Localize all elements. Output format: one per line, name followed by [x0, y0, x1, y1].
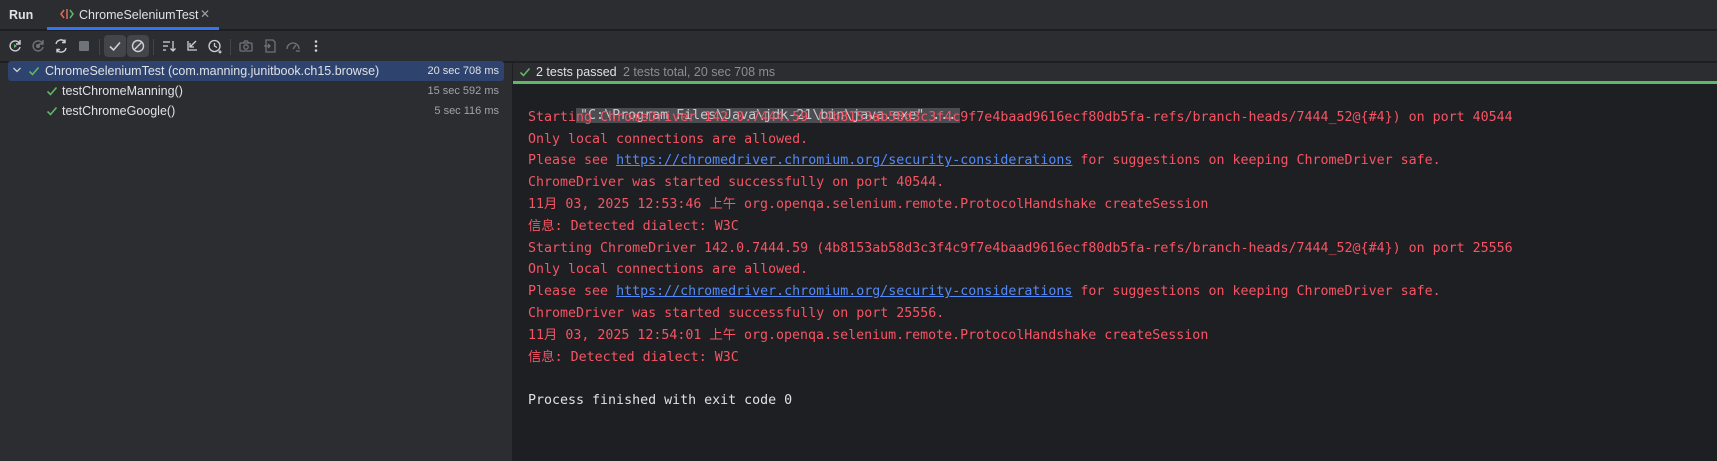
show-ignored-icon[interactable]	[127, 35, 149, 57]
test-status-bar: 2 tests passed 2 tests total, 20 sec 708…	[513, 63, 1717, 81]
console-line: Only local connections are allowed.	[528, 131, 809, 147]
test-passed-icon	[28, 66, 40, 76]
export-tests-icon[interactable]	[282, 35, 304, 57]
console-line: 信息: Detected dialect: W3C	[528, 349, 739, 365]
test-duration: 20 sec 708 ms	[427, 65, 499, 77]
console-line: Process finished with exit code 0	[528, 393, 793, 409]
console-line: Please see https://chromedriver.chromium…	[528, 151, 1441, 171]
run-toolbar	[0, 31, 1717, 62]
test-duration: 5 sec 116 ms	[434, 105, 499, 117]
toolbar-separator	[153, 39, 154, 55]
tool-window-header: Run ChromeSeleniumTest ✕	[0, 0, 1717, 30]
console-line: 11月 03, 2025 12:53:46 上午 org.openqa.sele…	[528, 197, 1209, 212]
run-tool-window-title: Run	[9, 8, 34, 22]
console-text: for suggestions on keeping ChromeDriver …	[1072, 153, 1441, 169]
console-panel: 2 tests passed 2 tests total, 20 sec 708…	[513, 63, 1717, 461]
toggle-auto-test-icon[interactable]	[50, 35, 72, 57]
tree-row-test[interactable]: testChromeManning() 15 sec 592 ms	[8, 81, 504, 101]
import-tests-icon[interactable]	[259, 35, 281, 57]
tree-row-test[interactable]: testChromeGoogle() 5 sec 116 ms	[8, 101, 504, 121]
console-line: Please see https://chromedriver.chromium…	[528, 282, 1441, 302]
console-hyperlink[interactable]: https://chromedriver.chromium.org/securi…	[616, 284, 1072, 299]
rerun-failed-icon[interactable]	[27, 35, 49, 57]
stop-icon[interactable]	[73, 35, 95, 57]
tree-item-label: ChromeSeleniumTest (com.manning.junitboo…	[45, 64, 380, 78]
test-results-tree: ChromeSeleniumTest (com.manning.junitboo…	[0, 61, 512, 461]
console-command-line[interactable]: "C:\Program Files\Java\jdk-21\bin\java.e…	[528, 86, 961, 123]
console-line: ChromeDriver was started successfully on…	[528, 175, 945, 191]
test-duration: 15 sec 592 ms	[427, 85, 499, 97]
rerun-icon[interactable]	[4, 35, 26, 57]
console-line: 信息: Detected dialect: W3C	[528, 218, 739, 234]
show-passed-icon[interactable]	[104, 35, 126, 57]
chevron-down-icon[interactable]	[12, 65, 22, 75]
tree-item-label: testChromeGoogle()	[62, 104, 176, 118]
tree-row-root[interactable]: ChromeSeleniumTest (com.manning.junitboo…	[8, 61, 504, 81]
tab-label: ChromeSeleniumTest	[79, 8, 199, 22]
console-line: 11月 03, 2025 12:54:01 上午 org.openqa.sele…	[528, 327, 1209, 343]
test-passed-icon	[46, 106, 58, 116]
close-icon[interactable]: ✕	[200, 7, 210, 21]
progress-bar	[513, 81, 1717, 84]
junit-config-icon	[60, 9, 74, 19]
console-line: Only local connections are allowed.	[528, 262, 809, 278]
console-hyperlink[interactable]: https://chromedriver.chromium.org/securi…	[616, 153, 1072, 168]
test-passed-icon	[46, 86, 58, 96]
console-line: ChromeDriver was started successfully on…	[528, 306, 945, 321]
tests-passed-count: 2 tests passed	[536, 65, 617, 79]
screenshot-icon[interactable]	[235, 35, 257, 57]
more-options-icon[interactable]	[305, 35, 327, 57]
toolbar-separator	[99, 39, 100, 55]
tab-chrome-selenium-test[interactable]: ChromeSeleniumTest ✕	[47, 0, 219, 30]
tree-item-label: testChromeManning()	[62, 84, 183, 98]
console-text: Please see	[528, 153, 617, 169]
collapse-all-icon[interactable]	[181, 35, 203, 57]
console-line: Starting ChromeDriver 142.0.7444.59 (4b8…	[528, 240, 1513, 256]
console-text: Please see	[528, 284, 617, 300]
test-passed-icon	[519, 67, 531, 77]
sort-by-duration-icon[interactable]	[204, 35, 226, 57]
tests-total-summary: 2 tests total, 20 sec 708 ms	[623, 65, 776, 79]
console-text: for suggestions on keeping ChromeDriver …	[1072, 284, 1441, 300]
console-line: Starting ChromeDriver 142.0.7444.59 (4b8…	[528, 109, 1513, 125]
sort-alphabetically-icon[interactable]	[158, 35, 180, 57]
toolbar-separator	[230, 39, 231, 55]
